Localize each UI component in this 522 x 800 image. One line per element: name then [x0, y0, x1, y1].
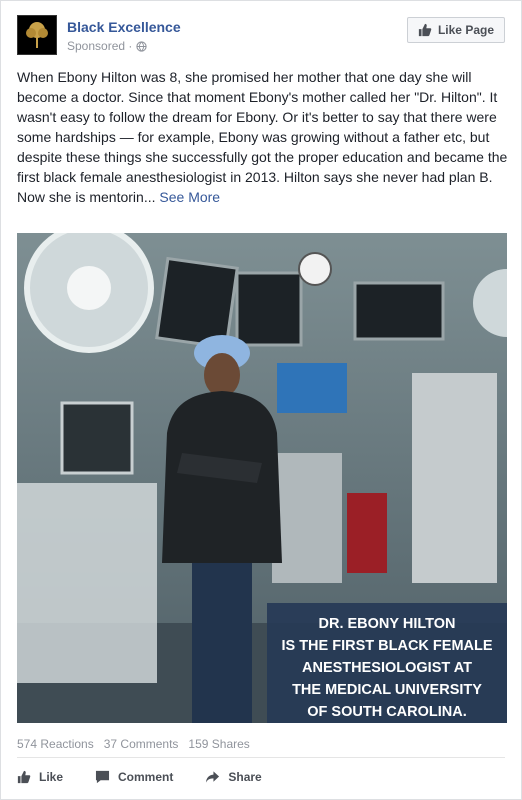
caption-line: IS THE FIRST BLACK FEMALE: [281, 638, 493, 654]
reactions-count[interactable]: 574 Reactions: [17, 737, 94, 751]
like-page-label: Like Page: [437, 23, 494, 37]
sponsored-meta: Sponsored ·: [67, 39, 148, 53]
post-header: Black Excellence Sponsored · Like Page: [17, 15, 505, 59]
like-button[interactable]: Like: [17, 770, 63, 784]
post-card: Black Excellence Sponsored · Like Page W…: [0, 0, 522, 800]
see-more-link[interactable]: See More: [159, 189, 220, 205]
comment-label: Comment: [118, 770, 174, 784]
comment-bubble-icon: [95, 770, 110, 784]
shares-count[interactable]: 159 Shares: [188, 737, 249, 751]
post-text: When Ebony Hilton was 8, she promised he…: [17, 67, 511, 207]
image-caption: DR. EBONY HILTON IS THE FIRST BLACK FEMA…: [267, 603, 507, 723]
caption-line: ANESTHESIOLOGIST AT: [302, 660, 472, 676]
caption-line: DR. EBONY HILTON: [318, 616, 456, 632]
caption-line: THE MEDICAL UNIVERSITY: [292, 682, 482, 698]
globe-icon: [136, 40, 148, 52]
share-label: Share: [228, 770, 262, 784]
post-stats: 574 Reactions 37 Comments 159 Shares: [17, 737, 250, 751]
page-avatar[interactable]: [17, 15, 57, 55]
post-image[interactable]: DR. EBONY HILTON IS THE FIRST BLACK FEMA…: [17, 233, 507, 723]
post-actions: Like Comment Share: [17, 765, 507, 789]
comments-count[interactable]: 37 Comments: [104, 737, 179, 751]
post-text-paragraph: When Ebony Hilton was 8, she promised he…: [17, 69, 508, 185]
thumbs-up-icon: [418, 23, 432, 37]
share-arrow-icon: [206, 771, 220, 783]
like-page-button[interactable]: Like Page: [406, 17, 505, 43]
like-label: Like: [39, 770, 64, 784]
post-text-truncated: Now she is mentorin...: [17, 189, 160, 205]
share-button[interactable]: Share: [205, 770, 262, 784]
comment-button[interactable]: Comment: [95, 770, 173, 784]
thumbs-up-icon: [17, 770, 31, 784]
tree-logo-icon: [26, 22, 48, 48]
sponsored-label: Sponsored ·: [67, 39, 133, 53]
caption-line: OF SOUTH CAROLINA.: [307, 704, 467, 720]
page-name-link[interactable]: Black Excellence: [67, 19, 181, 35]
actions-divider: [17, 757, 505, 758]
